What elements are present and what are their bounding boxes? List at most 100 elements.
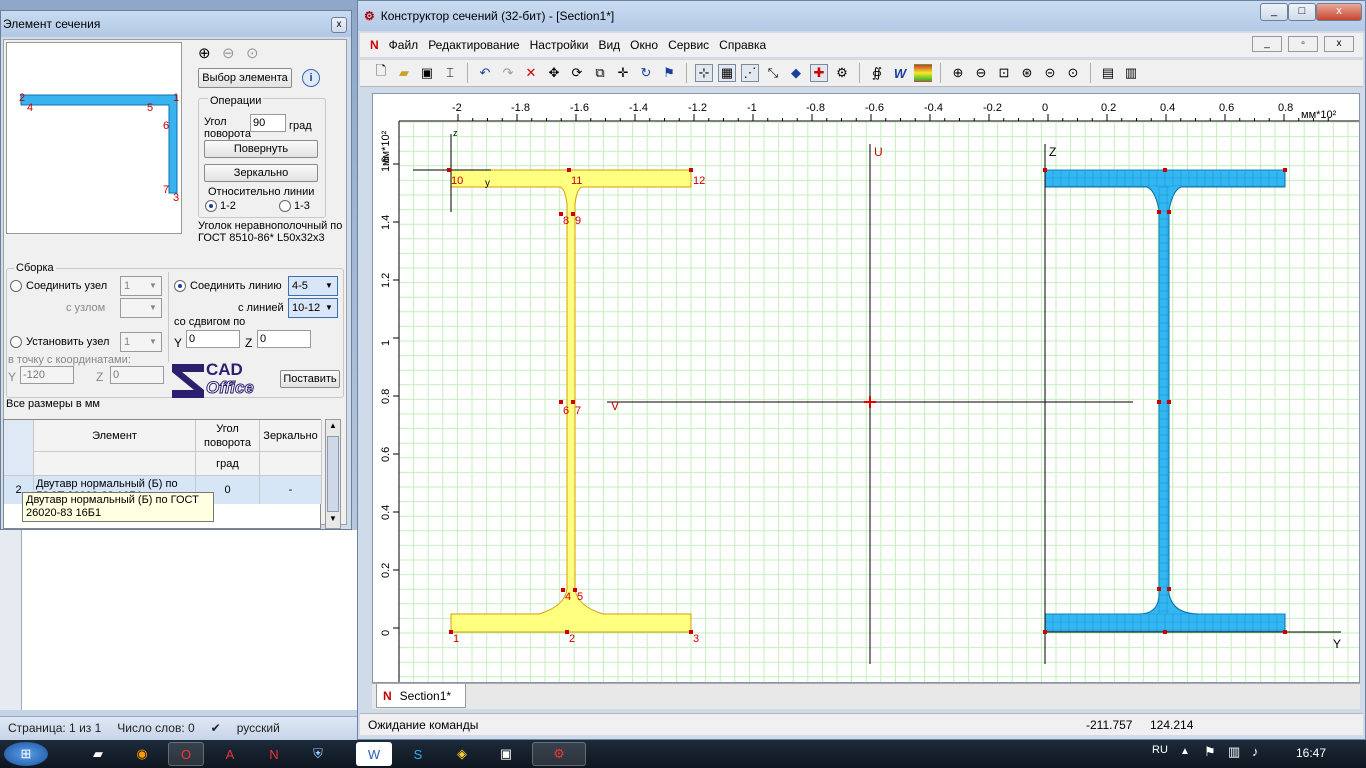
menu-edit[interactable]: Редактирование bbox=[428, 38, 519, 52]
word-icon[interactable]: W bbox=[356, 742, 392, 766]
spellcheck-icon[interactable]: ✔ bbox=[211, 721, 221, 735]
section-drawing[interactable]: -2 -1.8 -1.6 -1.4 -1.2 -1 -0.8 -0.6 -0.4 -0.2 0 0.2… bbox=[373, 94, 1360, 683]
preview-zoom-in-icon[interactable]: ⊕ bbox=[198, 44, 211, 62]
menu-service[interactable]: Сервис bbox=[668, 38, 709, 52]
join-line-combo[interactable]: 4-5 ▼ bbox=[288, 276, 338, 296]
menu-settings[interactable]: Настройки bbox=[530, 38, 589, 52]
scroll-up-icon[interactable]: ▲ bbox=[327, 421, 339, 433]
section-properties-icon[interactable]: ⌶ bbox=[441, 64, 459, 82]
shield-icon[interactable]: ⛨ bbox=[300, 742, 336, 766]
scad-icon[interactable]: N bbox=[256, 742, 292, 766]
menu-view[interactable]: Вид bbox=[598, 38, 620, 52]
network-app-icon[interactable]: ▣ bbox=[488, 742, 524, 766]
table-corner[interactable] bbox=[4, 420, 34, 476]
radio-join-line[interactable] bbox=[174, 280, 186, 292]
redo-icon[interactable]: ↷ bbox=[499, 64, 517, 82]
stress-icon[interactable]: ∯ bbox=[868, 64, 886, 82]
col-header-mirror[interactable]: Зеркально bbox=[260, 420, 322, 452]
maximize-button[interactable]: □ bbox=[1288, 3, 1316, 21]
drawing-canvas[interactable]: -2 -1.8 -1.6 -1.4 -1.2 -1 -0.8 -0.6 -0.4 -0.2 0 0.2… bbox=[372, 93, 1360, 683]
menu-file[interactable]: Файл bbox=[389, 38, 419, 52]
select-element-button[interactable]: Выбор элемента bbox=[198, 68, 292, 88]
word-language[interactable]: русский bbox=[237, 721, 280, 735]
tray-arrow-icon[interactable]: ▲ bbox=[1180, 746, 1190, 757]
zoom-all-icon[interactable]: ⊛ bbox=[1018, 64, 1036, 82]
tab-section1[interactable]: N Section1* bbox=[376, 684, 466, 708]
move-node-icon[interactable]: ✥ bbox=[545, 64, 563, 82]
volume-icon[interactable]: ♪ bbox=[1252, 744, 1259, 759]
dialog-title-bar[interactable]: Элемент сечения bbox=[1, 11, 351, 37]
radio-set-node[interactable] bbox=[10, 336, 22, 348]
zoom-in-icon[interactable]: ⊕ bbox=[949, 64, 967, 82]
radio-join-node[interactable] bbox=[10, 280, 22, 292]
clock[interactable]: 16:47 bbox=[1296, 746, 1326, 760]
angle-input[interactable]: 90 bbox=[250, 114, 286, 132]
coord-y-input[interactable]: -120 bbox=[20, 366, 74, 384]
info-icon[interactable]: i bbox=[302, 69, 320, 87]
undo-icon[interactable]: ↶ bbox=[476, 64, 494, 82]
mdi-minimize-button[interactable]: _ bbox=[1252, 36, 1282, 52]
rotate-icon[interactable]: ⟳ bbox=[568, 64, 586, 82]
mdi-close-button[interactable]: x bbox=[1324, 36, 1354, 52]
zoom-window-icon[interactable]: ⊡ bbox=[995, 64, 1013, 82]
shift-z-input[interactable]: 0 bbox=[257, 330, 311, 348]
dialog-close-button[interactable]: x bbox=[331, 17, 347, 33]
scroll-thumb[interactable] bbox=[327, 436, 339, 512]
flag-icon[interactable]: ⚑ bbox=[660, 64, 678, 82]
with-line-combo[interactable]: 10-12 ▼ bbox=[288, 298, 338, 318]
zoom-out-icon[interactable]: ⊖ bbox=[972, 64, 990, 82]
with-node-combo[interactable]: ▼ bbox=[120, 298, 162, 318]
coord-z-input[interactable]: 0 bbox=[110, 366, 164, 384]
zoom-previous-icon[interactable]: ⊝ bbox=[1041, 64, 1059, 82]
mdi-restore-button[interactable]: ▫ bbox=[1288, 36, 1318, 52]
main-title-bar[interactable]: ⚙ Конструктор сечений (32-бит) - [Sectio… bbox=[358, 1, 1365, 31]
axes-toggle-icon[interactable]: ⊹ bbox=[695, 64, 713, 82]
open-folder-icon[interactable]: ▰ bbox=[395, 64, 413, 82]
save-icon[interactable]: ▣ bbox=[418, 64, 436, 82]
delete-icon[interactable]: ✕ bbox=[522, 64, 540, 82]
print-preview-icon[interactable]: ▤ bbox=[1099, 64, 1117, 82]
col-header-element[interactable]: Элемент bbox=[34, 420, 196, 452]
explorer-icon[interactable]: ▰ bbox=[80, 742, 116, 766]
language-indicator[interactable]: RU bbox=[1152, 744, 1168, 756]
close-button[interactable]: x bbox=[1316, 3, 1362, 21]
snap-toggle-icon[interactable]: ⋰ bbox=[741, 64, 759, 82]
scroll-down-icon[interactable]: ▼ bbox=[327, 514, 339, 526]
firefox-icon[interactable]: ◉ bbox=[124, 742, 160, 766]
menu-help[interactable]: Справка bbox=[719, 38, 766, 52]
action-center-icon[interactable]: ⚑ bbox=[1204, 744, 1216, 760]
radio-line-1-3[interactable] bbox=[279, 200, 291, 212]
grid-toggle-icon[interactable]: ▦ bbox=[718, 64, 736, 82]
report-icon[interactable]: ▥ bbox=[1122, 64, 1140, 82]
preview-zoom-out-icon[interactable]: ⊖ bbox=[222, 44, 235, 62]
start-button[interactable]: ⊞ bbox=[4, 742, 48, 766]
shift-y-input[interactable]: 0 bbox=[186, 330, 240, 348]
minimize-button[interactable]: _ bbox=[1260, 3, 1288, 21]
zoom-fit-icon[interactable]: ⊙ bbox=[1064, 64, 1082, 82]
app-icon[interactable]: ◈ bbox=[444, 742, 480, 766]
moment-icon[interactable]: W bbox=[891, 64, 909, 82]
place-button[interactable]: Поставить bbox=[280, 370, 340, 388]
skype-icon[interactable]: S bbox=[400, 742, 436, 766]
center-icon[interactable]: ✚ bbox=[810, 64, 828, 82]
section-builder-task-icon[interactable]: ⚙ bbox=[532, 742, 586, 766]
rotate-button[interactable]: Повернуть bbox=[204, 140, 318, 158]
mirror-button[interactable]: Зеркально bbox=[204, 164, 318, 182]
set-node-combo[interactable]: 1 ▼ bbox=[120, 332, 162, 352]
opera-icon[interactable]: O bbox=[168, 742, 204, 766]
properties-icon[interactable]: ⚙ bbox=[833, 64, 851, 82]
table-scrollbar[interactable]: ▲ ▼ bbox=[325, 419, 341, 529]
menu-window[interactable]: Окно bbox=[630, 38, 658, 52]
refresh-icon[interactable]: ↻ bbox=[637, 64, 655, 82]
copy-icon[interactable]: ⧉ bbox=[591, 64, 609, 82]
autocad-icon[interactable]: A bbox=[212, 742, 248, 766]
radio-line-1-2[interactable] bbox=[205, 200, 217, 212]
dimension-icon[interactable]: ⤡ bbox=[764, 64, 782, 82]
col-header-angle[interactable]: Угол поворота bbox=[196, 420, 260, 452]
join-node-combo[interactable]: 1 ▼ bbox=[120, 276, 162, 296]
color-scale-icon[interactable] bbox=[914, 64, 932, 82]
new-file-icon[interactable]: 🗋 bbox=[372, 63, 390, 82]
network-icon[interactable]: ▥ bbox=[1228, 744, 1240, 760]
preview-zoom-fit-icon[interactable]: ⊙ bbox=[246, 44, 259, 62]
node-icon[interactable]: ◆ bbox=[787, 64, 805, 82]
